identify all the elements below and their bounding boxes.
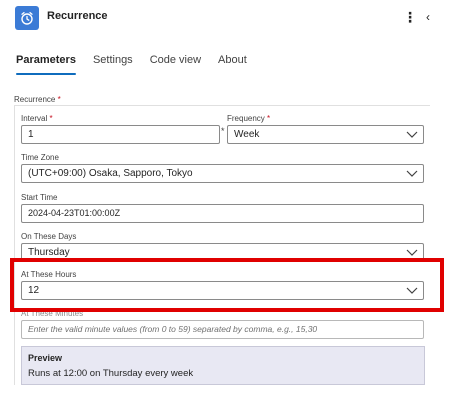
- frequency-label-text: Frequency: [227, 114, 265, 123]
- recurrence-label-text: Recurrence: [14, 95, 56, 104]
- frequency-label: Frequency *: [227, 114, 270, 123]
- interval-label: Interval *: [21, 114, 53, 123]
- interval-input[interactable]: 1: [21, 125, 220, 144]
- chevron-down-icon: [406, 249, 418, 256]
- chevron-down-icon: [406, 170, 418, 177]
- preview-title: Preview: [28, 353, 63, 363]
- start-time-label: Start Time: [21, 193, 58, 202]
- tab-bar: Parameters Settings Code view About: [16, 54, 264, 76]
- start-time-input[interactable]: 2024-04-23T01:00:00Z: [21, 204, 424, 223]
- alarm-clock-icon: [15, 6, 39, 30]
- recurrence-label: Recurrence *: [14, 95, 61, 104]
- at-these-minutes-input[interactable]: Enter the valid minute values (from 0 to…: [21, 320, 424, 339]
- highlight-box: [10, 258, 444, 312]
- preview-text: Runs at 12:00 on Thursday every week: [28, 368, 194, 379]
- preview-panel: Preview Runs at 12:00 on Thursday every …: [21, 346, 425, 385]
- required-mark: *: [57, 95, 61, 104]
- time-zone-dropdown[interactable]: (UTC+09:00) Osaka, Sapporo, Tokyo: [21, 164, 424, 183]
- interval-label-text: Interval: [21, 114, 48, 123]
- more-vertical-icon[interactable]: ⋮: [403, 8, 417, 26]
- on-these-days-label: On These Days: [21, 232, 77, 241]
- header: Recurrence ⋮ ‹: [0, 0, 452, 36]
- frequency-value: Week: [234, 129, 260, 140]
- frequency-dropdown[interactable]: Week: [227, 125, 424, 144]
- tab-code-view[interactable]: Code view: [150, 54, 201, 72]
- required-mark: *: [267, 114, 271, 123]
- page-title: Recurrence: [47, 10, 108, 22]
- tab-settings[interactable]: Settings: [93, 54, 133, 72]
- chevron-left-icon[interactable]: ‹: [426, 8, 434, 26]
- tab-parameters[interactable]: Parameters: [16, 54, 76, 75]
- time-zone-value: (UTC+09:00) Osaka, Sapporo, Tokyo: [28, 168, 193, 179]
- time-zone-label: Time Zone: [21, 153, 59, 162]
- on-these-days-value: Thursday: [28, 247, 70, 258]
- required-mark: *: [49, 114, 53, 123]
- tab-about[interactable]: About: [218, 54, 247, 72]
- required-mark: *: [221, 126, 225, 136]
- chevron-down-icon: [406, 131, 418, 138]
- at-these-minutes-placeholder: Enter the valid minute values (from 0 to…: [28, 324, 318, 334]
